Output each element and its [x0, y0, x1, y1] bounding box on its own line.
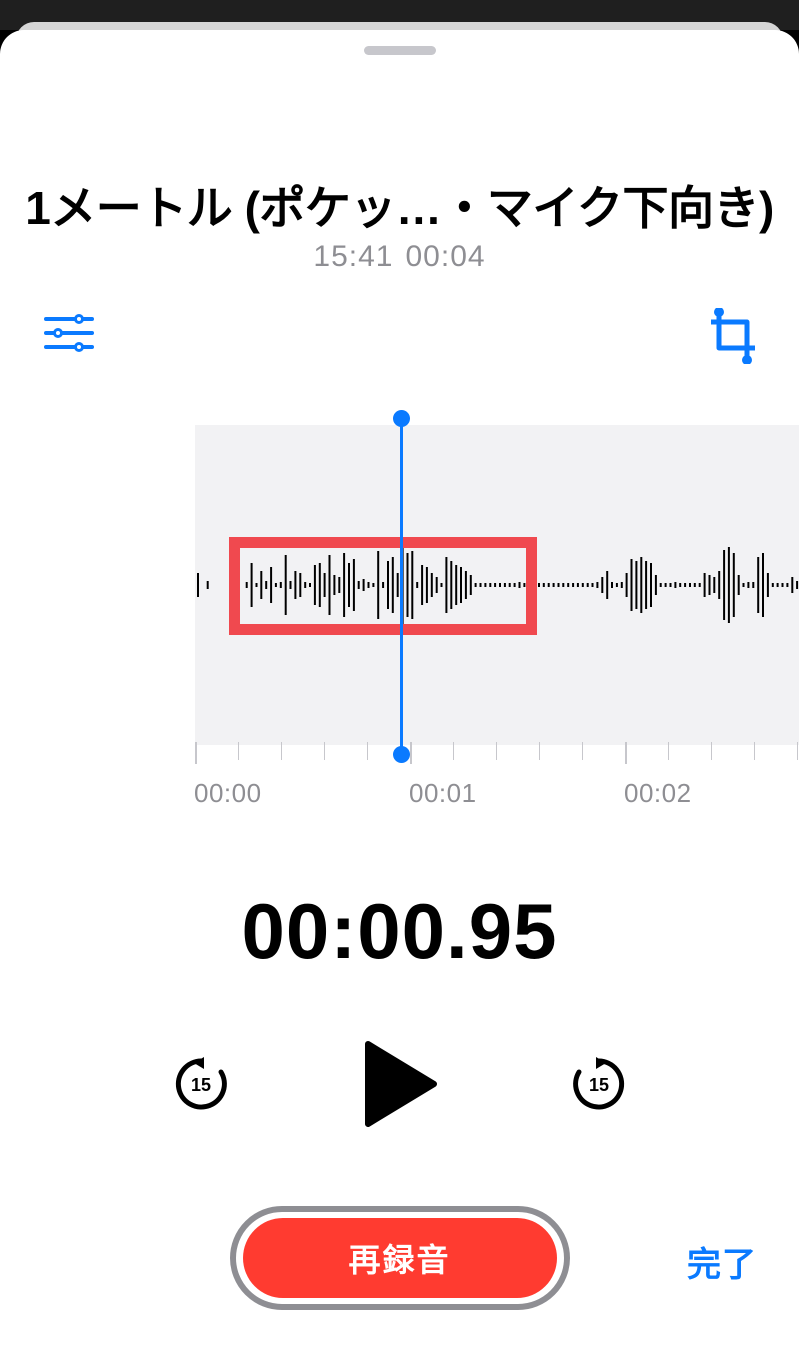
playhead-handle-top[interactable]	[393, 410, 410, 427]
record-button[interactable]: 再録音	[243, 1218, 557, 1298]
selection-highlight	[229, 537, 537, 635]
play-button[interactable]	[360, 1040, 440, 1133]
record-button-ring: 再録音	[230, 1206, 570, 1310]
playhead[interactable]	[400, 419, 403, 759]
svg-text:15: 15	[190, 1075, 210, 1095]
done-button[interactable]: 完了	[687, 1237, 757, 1286]
crop-icon[interactable]	[707, 308, 759, 369]
recording-time: 15:41	[313, 240, 393, 273]
sheet-grabber[interactable]	[364, 46, 436, 55]
playback-controls: 15 15	[0, 1040, 799, 1133]
playback-position-time: 00:00.95	[0, 886, 799, 977]
svg-text:15: 15	[588, 1075, 608, 1095]
recording-title[interactable]: 1メートル (ポケッ…・マイク下向き)	[0, 172, 799, 238]
skip-back-15-button[interactable]: 15	[172, 1055, 230, 1118]
time-ruler: 00:0000:0100:02	[195, 742, 799, 772]
record-button-container: 再録音	[230, 1206, 570, 1310]
settings-icon[interactable]	[44, 312, 94, 359]
recording-meta: 15:41 00:04	[0, 240, 799, 274]
editor-sheet: 1メートル (ポケッ…・マイク下向き) 15:41 00:04	[0, 30, 799, 1372]
waveform-track[interactable]	[0, 425, 799, 745]
skip-forward-15-button[interactable]: 15	[570, 1055, 628, 1118]
recording-duration: 00:04	[406, 240, 486, 273]
